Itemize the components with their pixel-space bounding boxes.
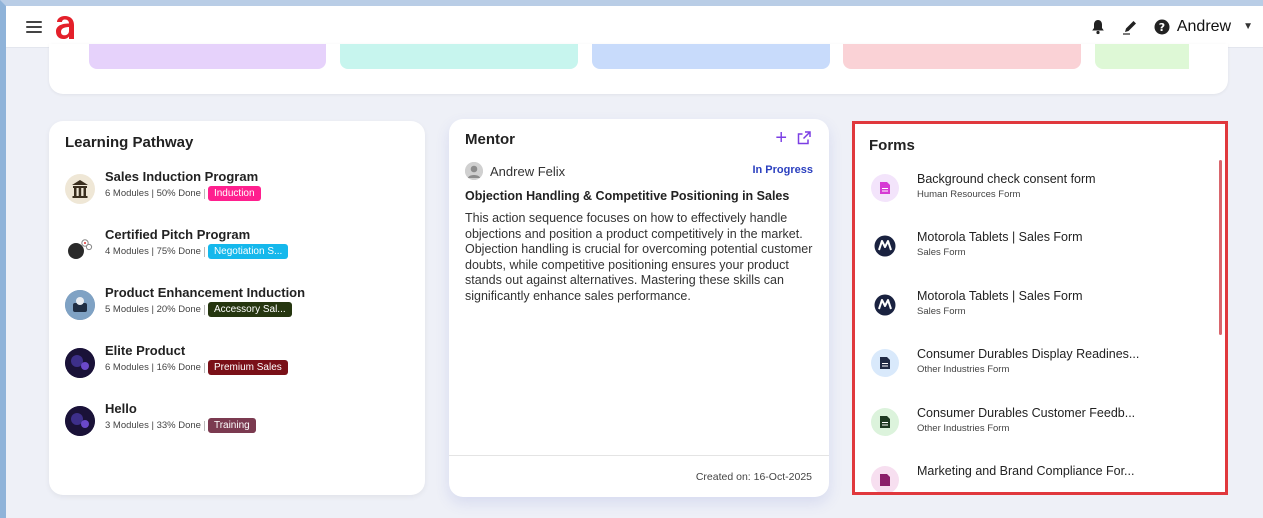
summary-tile[interactable] [340,44,578,69]
form-category: Other Industries Form [917,364,1010,375]
form-category: Sales Form [917,306,966,317]
add-icon[interactable]: + [775,128,787,148]
caret-down-icon[interactable]: ▼ [1243,21,1253,32]
pathway-item[interactable]: Product Enhancement Induction 5 Modules … [65,285,305,320]
divider [449,455,829,456]
form-name: Motorola Tablets | Sales Form [917,230,1083,244]
pathway-item[interactable]: Certified Pitch Program 4 Modules | 75% … [65,227,289,262]
forms-card: Forms Background check consent form Huma… [852,121,1228,495]
pathway-stats: 5 Modules | 20% Done [105,304,201,315]
document-icon [871,408,899,436]
form-category: Sales Form [917,247,966,258]
form-category: Other Industries Form [917,423,1010,434]
document-icon [871,174,899,202]
motorola-logo-icon [871,291,899,319]
pathway-stats: 4 Modules | 75% Done [105,246,201,257]
pathway-tag[interactable]: Negotiation S... [207,244,289,259]
pathway-stats: 3 Modules | 33% Done [105,420,201,431]
pathway-thumbnail [65,290,95,320]
form-name: Marketing and Brand Compliance For... [917,464,1135,478]
document-icon [871,466,899,492]
form-item[interactable]: Background check consent form Human Reso… [871,172,1096,202]
mentor-heading: Objection Handling & Competitive Positio… [465,189,790,203]
pathway-name: Sales Induction Program [105,169,259,184]
form-item[interactable]: Marketing and Brand Compliance For... [871,464,1135,492]
menu-icon[interactable] [26,20,42,33]
mentor-description: This action sequence focuses on how to e… [465,211,813,303]
form-item[interactable]: Consumer Durables Customer Feedb... Othe… [871,406,1135,436]
forms-title: Forms [869,137,915,154]
created-date: Created on: 16-Oct-2025 [695,471,812,483]
pathway-name: Product Enhancement Induction [105,285,306,300]
user-name[interactable]: Andrew [1177,18,1231,36]
pathway-item[interactable]: Sales Induction Program 6 Modules | 50% … [65,169,261,204]
summary-tile[interactable] [843,44,1081,69]
form-item[interactable]: Consumer Durables Display Readines... Ot… [871,347,1139,377]
app-logo[interactable] [54,13,80,41]
pathway-tag[interactable]: Induction [207,186,261,201]
pathway-item[interactable]: Elite Product 6 Modules | 16% Done Premi… [65,343,288,378]
summary-tile[interactable] [1095,44,1189,69]
pathway-tag[interactable]: Training [207,418,256,433]
mentor-card: Mentor + Andrew Felix In Progress Object… [449,119,829,497]
pathway-name: Hello [105,401,137,416]
scrollbar[interactable] [1219,160,1222,335]
pathway-tag[interactable]: Accessory Sal... [207,302,292,317]
pathway-thumbnail [65,348,95,378]
pathway-tag[interactable]: Premium Sales [207,360,288,375]
mentor-title: Mentor [465,131,515,148]
form-name: Motorola Tablets | Sales Form [917,289,1083,303]
learning-pathway-card: Learning Pathway Sales Induction Program… [49,121,425,495]
bell-icon[interactable] [1089,18,1107,36]
summary-tiles-card [49,44,1228,94]
form-category: Human Resources Form [917,189,1021,200]
motorola-logo-icon [871,232,899,260]
pathway-name: Certified Pitch Program [105,227,251,242]
pathway-item[interactable]: Hello 3 Modules | 33% Done Training [65,401,256,436]
pathway-thumbnail [65,174,95,204]
pen-icon[interactable] [1121,18,1139,36]
summary-tile[interactable] [592,44,830,69]
top-bar: ? Andrew ▼ [6,6,1263,48]
avatar [465,162,483,180]
help-icon[interactable]: ? [1153,18,1171,36]
pathway-stats: 6 Modules | 16% Done [105,362,201,373]
form-name: Consumer Durables Customer Feedb... [917,406,1136,420]
status-badge: In Progress [752,164,813,176]
user-menu[interactable]: ? Andrew ▼ [1153,18,1253,36]
pathway-name: Elite Product [105,343,186,358]
summary-tile[interactable] [89,44,326,69]
learning-pathway-title: Learning Pathway [65,134,194,151]
pathway-stats: 6 Modules | 50% Done [105,188,201,199]
form-name: Consumer Durables Display Readines... [917,347,1140,361]
pathway-thumbnail [65,232,95,262]
form-name: Background check consent form [917,172,1096,186]
svg-text:?: ? [1159,21,1165,34]
form-item[interactable]: Motorola Tablets | Sales Form Sales Form [871,230,1083,260]
pathway-thumbnail [65,406,95,436]
external-link-icon[interactable] [797,131,811,145]
document-icon [871,349,899,377]
mentor-user-name: Andrew Felix [490,163,566,179]
form-item[interactable]: Motorola Tablets | Sales Form Sales Form [871,289,1083,319]
